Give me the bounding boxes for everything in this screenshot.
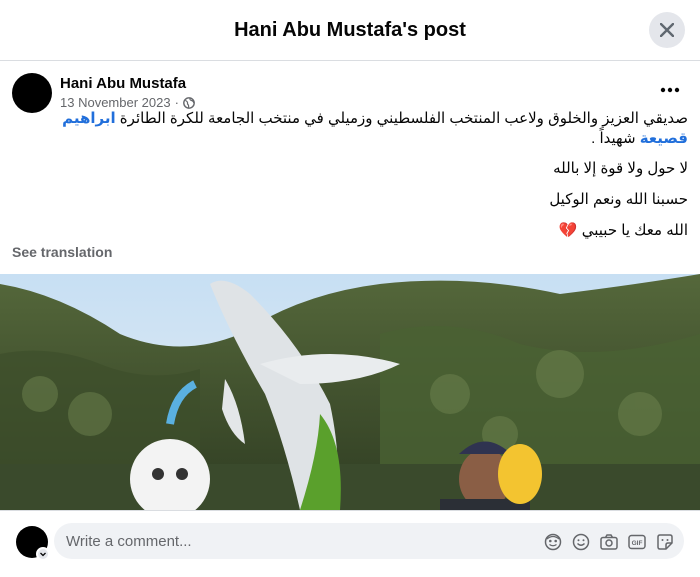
post-header: Hani Abu Mustafa 13 November 2023 · [12, 73, 688, 113]
author-name[interactable]: Hani Abu Mustafa [60, 75, 186, 92]
post-line-2: لا حول ولا قوة إلا بالله [553, 160, 688, 177]
close-icon [660, 23, 674, 37]
emoji-button[interactable] [570, 531, 592, 553]
more-options-button[interactable] [652, 75, 688, 105]
post-line-1-end: شهيداً . [591, 130, 640, 147]
camera-icon [600, 534, 618, 550]
post-meta: 13 November 2023 · [60, 95, 195, 110]
avatar-chevron-badge[interactable] [36, 547, 50, 561]
post-line-4: الله معك يا حبيبي 💔 [12, 221, 688, 241]
comment-bar: GIF [0, 510, 700, 577]
meta-separator: · [174, 95, 179, 110]
dialog-header: Hani Abu Mustafa's post [0, 0, 700, 61]
broken-heart-emoji: 💔 [558, 222, 578, 239]
more-icon [660, 87, 680, 93]
photo-button[interactable] [598, 531, 620, 553]
globe-icon [183, 96, 195, 109]
post-line-1-start: صديقي العزيز والخلوق ولاعب المنتخب الفلس… [115, 110, 688, 127]
post-date[interactable]: 13 November 2023 [60, 95, 171, 110]
sticker-icon [657, 534, 673, 550]
gif-button[interactable]: GIF [626, 531, 648, 553]
post-line-4-text: الله معك يا حبيبي [581, 222, 688, 239]
gif-icon: GIF [628, 534, 646, 550]
chevron-down-icon [40, 552, 46, 557]
dialog-title: Hani Abu Mustafa's post [234, 18, 466, 41]
sticker-button[interactable] [654, 531, 676, 553]
post-line-1: صديقي العزيز والخلوق ولاعب المنتخب الفلس… [12, 109, 688, 149]
author-avatar[interactable] [12, 73, 52, 113]
post-line-3: حسبنا الله ونعم الوكيل [549, 191, 688, 208]
emoji-icon [572, 533, 590, 551]
comment-toolbar: GIF [542, 531, 676, 553]
see-translation-link[interactable]: See translation [12, 244, 112, 260]
avatar-sticker-icon [544, 533, 562, 551]
post-text: صديقي العزيز والخلوق ولاعب المنتخب الفلس… [12, 109, 688, 252]
photo-scene [0, 274, 700, 510]
svg-text:GIF: GIF [632, 540, 643, 547]
post-photo[interactable] [0, 274, 700, 510]
close-button[interactable] [649, 12, 685, 48]
avatar-sticker-button[interactable] [542, 531, 564, 553]
